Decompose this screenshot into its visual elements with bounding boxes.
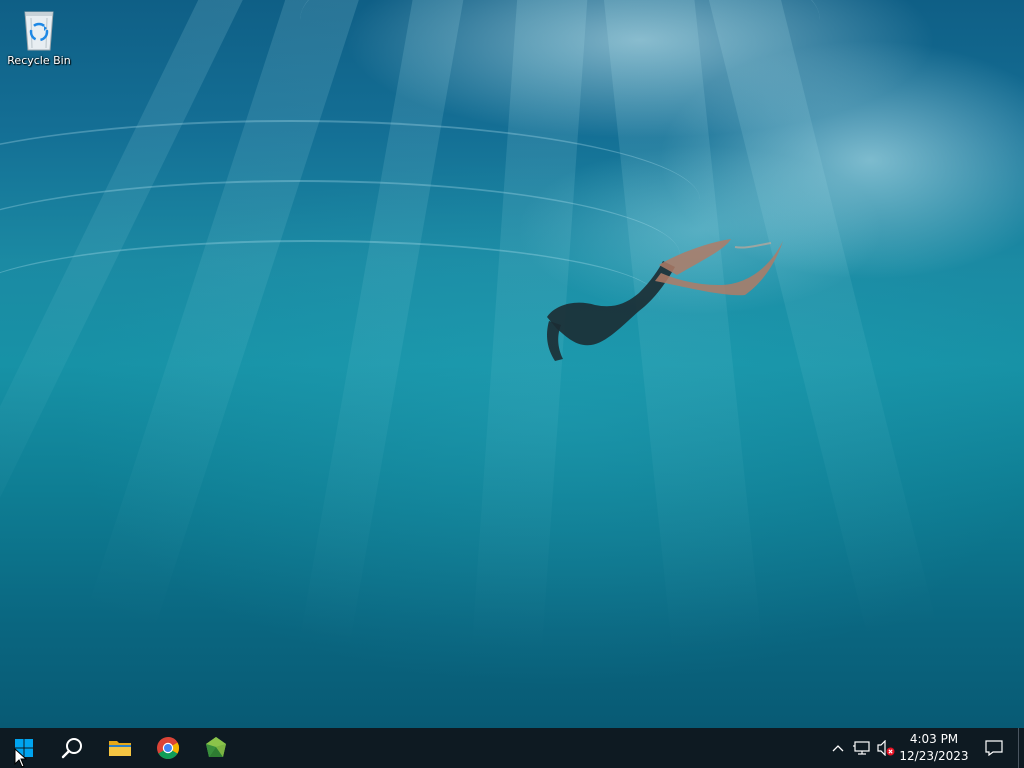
taskbar-file-explorer[interactable] bbox=[96, 728, 144, 768]
green-gem-icon bbox=[206, 737, 226, 757]
system-tray: 4:03 PM 12/23/2023 bbox=[826, 728, 1024, 768]
show-hidden-icons-button[interactable] bbox=[826, 728, 850, 768]
network-button[interactable] bbox=[850, 728, 874, 768]
taskbar-chrome[interactable] bbox=[144, 728, 192, 768]
mouse-cursor-icon bbox=[14, 748, 28, 768]
desktop-icon-recycle-bin[interactable]: Recycle Bin bbox=[4, 6, 74, 78]
action-center-button[interactable] bbox=[970, 728, 1018, 768]
taskbar: 4:03 PM 12/23/2023 bbox=[0, 728, 1024, 768]
clock-time: 4:03 PM bbox=[909, 732, 959, 746]
show-desktop-button[interactable] bbox=[1018, 728, 1024, 768]
folder-icon bbox=[109, 741, 131, 756]
taskbar-green-gem-app[interactable] bbox=[192, 728, 240, 768]
recycle-bin-icon bbox=[24, 11, 54, 51]
desktop-wallpaper[interactable]: Recycle Bin bbox=[0, 0, 1024, 728]
action-center-icon bbox=[985, 740, 1003, 756]
volume-muted-icon bbox=[877, 740, 895, 756]
clock-date: 12/23/2023 bbox=[899, 749, 969, 763]
network-icon bbox=[853, 741, 870, 755]
recycle-bin-label: Recycle Bin bbox=[7, 54, 71, 67]
chrome-icon bbox=[157, 737, 179, 759]
clock[interactable]: 4:03 PM 12/23/2023 bbox=[898, 728, 970, 768]
search-icon bbox=[61, 738, 82, 759]
swimmer-image bbox=[547, 239, 783, 361]
volume-button[interactable] bbox=[874, 728, 898, 768]
search-button[interactable] bbox=[48, 728, 96, 768]
chevron-up-icon bbox=[832, 745, 844, 752]
